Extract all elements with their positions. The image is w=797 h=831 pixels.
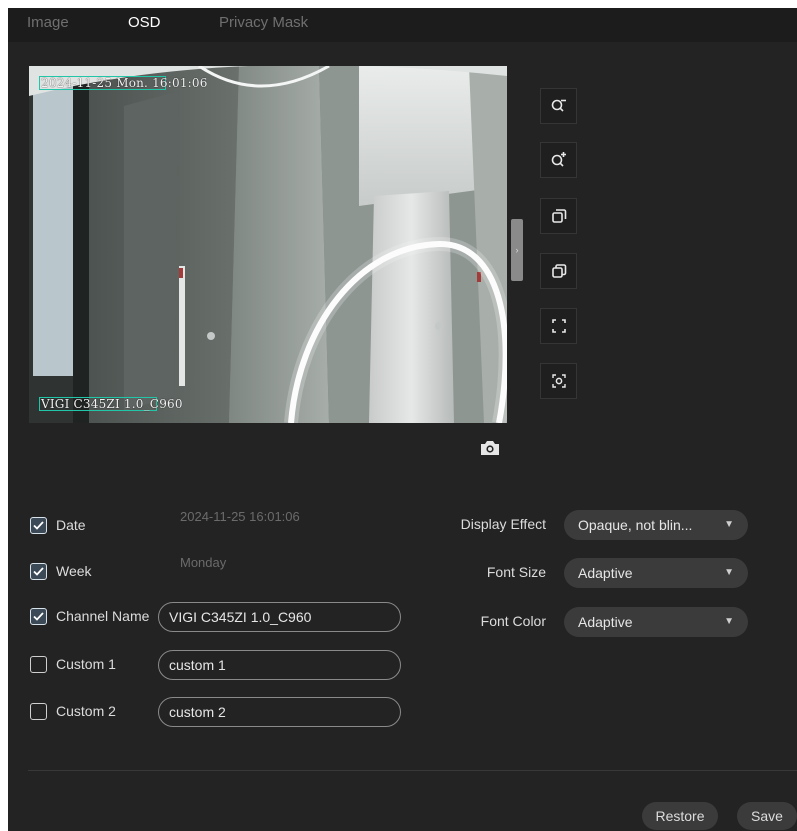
custom2-checkbox[interactable] (30, 702, 47, 720)
date-osd-overlay: 2024-11-25 Mon. 16:01:06 (41, 76, 208, 90)
font-size-select[interactable]: Adaptive ▼ (564, 558, 748, 588)
camera-icon (481, 441, 499, 455)
custom1-checkbox[interactable] (30, 655, 47, 673)
font-color-label: Font Color (480, 613, 546, 629)
custom2-input[interactable] (158, 697, 401, 727)
date-label: Date (56, 517, 86, 533)
zoom-out-icon (551, 99, 566, 112)
date-value: 2024-11-25 16:01:06 (180, 509, 300, 524)
dropdown-arrow-icon: ▼ (724, 567, 734, 578)
tab-image[interactable]: Image (27, 14, 69, 31)
channel-osd-overlay: VIGI C345ZI 1.0_C960 (41, 397, 183, 411)
fullscreen-button[interactable] (540, 308, 577, 344)
custom1-row: Custom 1 (30, 650, 116, 678)
focus-icon (551, 374, 566, 388)
restore-button[interactable]: Restore (642, 802, 718, 830)
dropdown-arrow-icon: ▼ (724, 616, 734, 627)
window-back-icon (551, 264, 566, 278)
send-to-back-button[interactable] (540, 253, 577, 289)
camera-preview: 2024-11-25 Mon. 16:01:06 VIGI C345ZI 1.0… (29, 66, 507, 423)
display-effect-select[interactable]: Opaque, not blin... ▼ (564, 510, 748, 540)
focus-button[interactable] (540, 363, 577, 399)
camera-feed-image (29, 66, 507, 423)
fullscreen-icon (551, 319, 566, 333)
custom1-input[interactable] (158, 650, 401, 680)
collapse-toolbar-handle[interactable]: › (511, 219, 523, 281)
channel-name-row: Channel Name (30, 602, 149, 630)
display-effect-value: Opaque, not blin... (578, 517, 693, 533)
zoom-in-button[interactable] (540, 142, 577, 178)
checkmark-icon (33, 566, 44, 576)
font-size-label: Font Size (486, 564, 546, 580)
checkmark-icon (33, 611, 44, 621)
channel-name-input[interactable] (158, 602, 401, 632)
save-button[interactable]: Save (737, 802, 797, 830)
dropdown-arrow-icon: ▼ (724, 519, 734, 530)
zoom-out-button[interactable] (540, 88, 577, 124)
osd-settings-panel: Image OSD Privacy Mask 2024-11-25 Mon. 1… (8, 8, 797, 831)
tab-osd[interactable]: OSD (128, 14, 161, 31)
custom2-row: Custom 2 (30, 697, 116, 725)
tab-privacy-mask[interactable]: Privacy Mask (219, 14, 308, 31)
font-color-select[interactable]: Adaptive ▼ (564, 607, 748, 637)
date-checkbox[interactable] (30, 516, 47, 534)
week-label: Week (56, 563, 92, 579)
font-color-value: Adaptive (578, 614, 633, 630)
custom2-label: Custom 2 (56, 703, 116, 719)
week-value: Monday (180, 555, 227, 570)
bring-to-front-button[interactable] (540, 198, 577, 234)
tab-bar: Image OSD Privacy Mask (8, 8, 797, 42)
window-front-icon (551, 209, 566, 223)
display-effect-label: Display Effect (460, 516, 546, 532)
channel-name-label: Channel Name (56, 608, 150, 624)
week-checkbox[interactable] (30, 562, 47, 580)
week-row: Week Monday (30, 555, 226, 585)
checkmark-icon (33, 520, 44, 530)
font-size-value: Adaptive (578, 565, 633, 581)
snapshot-button[interactable] (479, 438, 501, 458)
footer-divider (28, 770, 797, 771)
date-row: Date 2024-11-25 16:01:06 (30, 509, 300, 539)
custom1-label: Custom 1 (56, 656, 116, 672)
zoom-in-icon (551, 152, 566, 167)
channel-name-checkbox[interactable] (30, 607, 47, 625)
